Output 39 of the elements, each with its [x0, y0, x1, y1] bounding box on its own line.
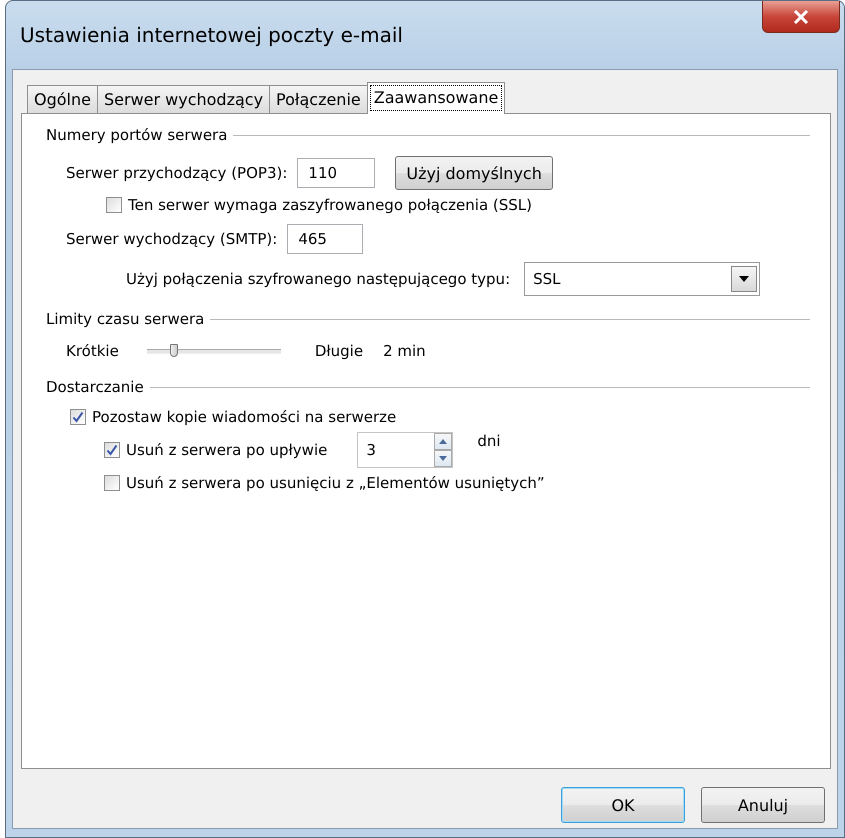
unit-label: dni	[477, 432, 501, 450]
field-label: Użyj połączenia szyfrowanego następującego typu:	[126, 270, 510, 288]
section-heading: Limity czasu serwera	[46, 310, 204, 328]
dropdown[interactable]: SSL	[524, 262, 760, 296]
dialog-button[interactable]: OK	[561, 787, 685, 823]
spin-down-button[interactable]	[434, 450, 452, 467]
down-arrow-icon	[439, 456, 448, 461]
slider-max-label: Długie	[314, 342, 364, 360]
window-title: Ustawienia internetowej poczty e-mail	[20, 23, 403, 47]
slider-thumb[interactable]	[170, 344, 178, 357]
section-heading: Dostarczanie	[46, 378, 144, 396]
checkbox-label: Ten serwer wymaga zaszyfrowanego połączenia (SSL)	[128, 196, 532, 214]
checkbox[interactable]	[106, 197, 122, 213]
number-spinner[interactable]: 3	[357, 432, 454, 468]
dialog-button[interactable]: Anuluj	[701, 787, 825, 823]
slider-reading: 2 min	[383, 342, 426, 360]
up-arrow-icon	[439, 439, 448, 444]
close-button[interactable]	[762, 1, 840, 33]
input-field[interactable]: 465	[287, 224, 364, 254]
close-icon	[793, 10, 809, 24]
tab[interactable]: Serwer wychodzący	[96, 85, 270, 114]
use-defaults-button[interactable]: Użyj domyślnych	[395, 156, 553, 190]
input-field[interactable]: 3	[358, 441, 434, 459]
field-label: Serwer przychodzący (POP3):	[66, 164, 288, 182]
checkbox[interactable]	[70, 409, 86, 425]
tab[interactable]: Ogólne	[27, 85, 98, 114]
dropdown-value: SSL	[533, 270, 561, 288]
tab[interactable]: Zaawansowane	[366, 82, 506, 114]
slider-min-label: Krótkie	[66, 342, 119, 360]
field-label: Serwer wychodzący (SMTP):	[66, 230, 278, 248]
checkbox-label: Usuń z serwera po upływie	[126, 441, 328, 459]
tab[interactable]: Połączenie	[269, 85, 368, 114]
spin-up-button[interactable]	[434, 433, 452, 450]
checkbox-label: Usuń z serwera po usunięciu z „Elementów usuniętych”	[126, 474, 545, 492]
checkbox[interactable]	[104, 475, 120, 491]
input-field[interactable]: 110	[297, 158, 376, 188]
checkbox-label: Pozostaw kopie wiadomości na serwerze	[92, 408, 396, 426]
section-heading: Numery portów serwera	[46, 126, 228, 144]
checkbox[interactable]	[104, 442, 120, 458]
